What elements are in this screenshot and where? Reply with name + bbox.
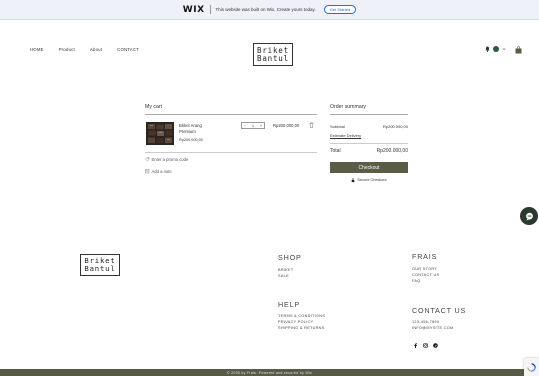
checkout-button[interactable]: Checkout	[330, 162, 408, 173]
recaptcha-badge[interactable]	[524, 358, 539, 376]
cart-divider-bottom	[145, 152, 317, 153]
secure-checkout-label: Secure Checkout	[357, 178, 387, 183]
logo-line-2: Bantul	[257, 53, 289, 63]
quantity-increase-button[interactable]: +	[260, 124, 262, 128]
summary-divider	[330, 114, 408, 115]
footer-link-terms[interactable]: TERMS & CONDITIONS	[278, 314, 325, 318]
nav-product[interactable]: Product	[59, 47, 75, 52]
promo-code-label[interactable]: Enter a promo code	[152, 157, 189, 162]
footer-list-help: TERMS & CONDITIONS PRIVACY POLICY SHIPPI…	[278, 314, 325, 330]
facebook-icon[interactable]	[413, 343, 418, 348]
pinterest-icon[interactable]	[433, 343, 438, 348]
social-links	[413, 343, 438, 348]
wix-logo[interactable]: WIX	[183, 5, 205, 15]
footer-list-shop: BRIKET SALE	[278, 268, 294, 278]
nav-contact[interactable]: CONTACT	[117, 47, 139, 52]
total-value: Rp200.000,00	[376, 148, 408, 154]
chat-bubble-icon	[525, 212, 533, 221]
banner-message: This website was built on Wix. Create yo…	[215, 7, 316, 12]
get-started-button[interactable]: Get Started	[323, 5, 357, 14]
footer-heading-shop: SHOP	[278, 253, 302, 262]
site-logo[interactable]: Briket Bantul	[253, 43, 293, 66]
order-summary-title: Order summary	[330, 104, 367, 110]
cart-title: My cart	[145, 104, 163, 110]
shopping-bag-icon[interactable]	[515, 46, 522, 54]
footer-logo-line-2: Bantul	[84, 264, 116, 273]
copyright-text: © 2035 by Frais. Powered and secured by …	[226, 370, 313, 375]
instagram-icon[interactable]	[423, 343, 428, 348]
account-area	[485, 46, 506, 52]
footer-heading-contact: CONTACT US	[412, 306, 467, 315]
footer-link-shipping[interactable]: SHIPPING & RETURNS	[278, 326, 325, 330]
footer-link-our-story[interactable]: OUR STORY	[412, 267, 439, 271]
copyright-bar: © 2035 by Frais. Powered and secured by …	[0, 369, 539, 376]
estimate-delivery-link[interactable]: Estimate Delivery	[330, 133, 361, 138]
quantity-value[interactable]: 1	[252, 124, 254, 128]
footer-heading-frais: FRAIS	[412, 252, 438, 261]
footer-list-contact: 123-456-7890 INFO@MYSITE.COM	[412, 320, 453, 330]
footer-heading-help: HELP	[278, 300, 300, 309]
add-note-link[interactable]: Add a note	[145, 169, 172, 174]
summary-divider-bottom	[330, 143, 408, 144]
footer-link-faq[interactable]: FAQ	[412, 279, 439, 283]
banner-divider	[209, 5, 211, 14]
footer-link-contact-us[interactable]: CONTACT US	[412, 273, 439, 277]
product-unit-price: Rp200.000,00	[179, 138, 203, 142]
add-note-label[interactable]: Add a note	[152, 169, 172, 174]
footer-link-privacy[interactable]: PRIVACY POLICY	[278, 320, 325, 324]
lock-icon	[352, 178, 355, 183]
quantity-decrease-button[interactable]: −	[244, 124, 246, 128]
nav-home[interactable]: HOME	[30, 47, 44, 52]
tag-icon	[145, 157, 150, 162]
product-line-total: Rp200.000,00	[273, 123, 300, 128]
promo-code-link[interactable]: Enter a promo code	[145, 157, 188, 162]
footer-list-frais: OUR STORY CONTACT US FAQ	[412, 267, 439, 283]
cart-divider	[145, 114, 317, 115]
footer-logo[interactable]: Briket Bantul	[80, 254, 120, 276]
chat-button[interactable]	[520, 207, 538, 225]
product-name[interactable]: Briket Arang Premium	[179, 123, 219, 135]
main-nav: HOME Product About CONTACT	[30, 47, 139, 52]
total-label: Total	[330, 148, 341, 154]
nav-about[interactable]: About	[90, 47, 102, 52]
subtotal-row: Subtotal Rp200.000,00	[330, 124, 408, 129]
briquette-image	[146, 122, 174, 145]
trash-icon[interactable]	[309, 122, 314, 128]
subtotal-label: Subtotal	[330, 124, 345, 129]
avatar[interactable]	[493, 46, 499, 52]
recaptcha-icon	[527, 362, 536, 372]
footer-link-sale[interactable]: SALE	[278, 274, 294, 278]
subtotal-value: Rp200.000,00	[382, 124, 408, 129]
footer-link-briket[interactable]: BRIKET	[278, 268, 294, 272]
footer-email[interactable]: INFO@MYSITE.COM	[412, 326, 453, 330]
note-icon	[145, 169, 150, 174]
product-thumbnail[interactable]	[146, 122, 174, 145]
wix-banner: WIX This website was built on Wix. Creat…	[0, 0, 539, 20]
total-row: Total Rp200.000,00	[330, 148, 408, 154]
chevron-down-icon[interactable]	[502, 47, 506, 51]
secure-checkout: Secure Checkout	[330, 178, 408, 183]
footer-phone[interactable]: 123-456-7890	[412, 320, 453, 324]
quantity-stepper[interactable]: − 1 +	[241, 122, 265, 129]
bell-icon[interactable]	[485, 46, 490, 52]
